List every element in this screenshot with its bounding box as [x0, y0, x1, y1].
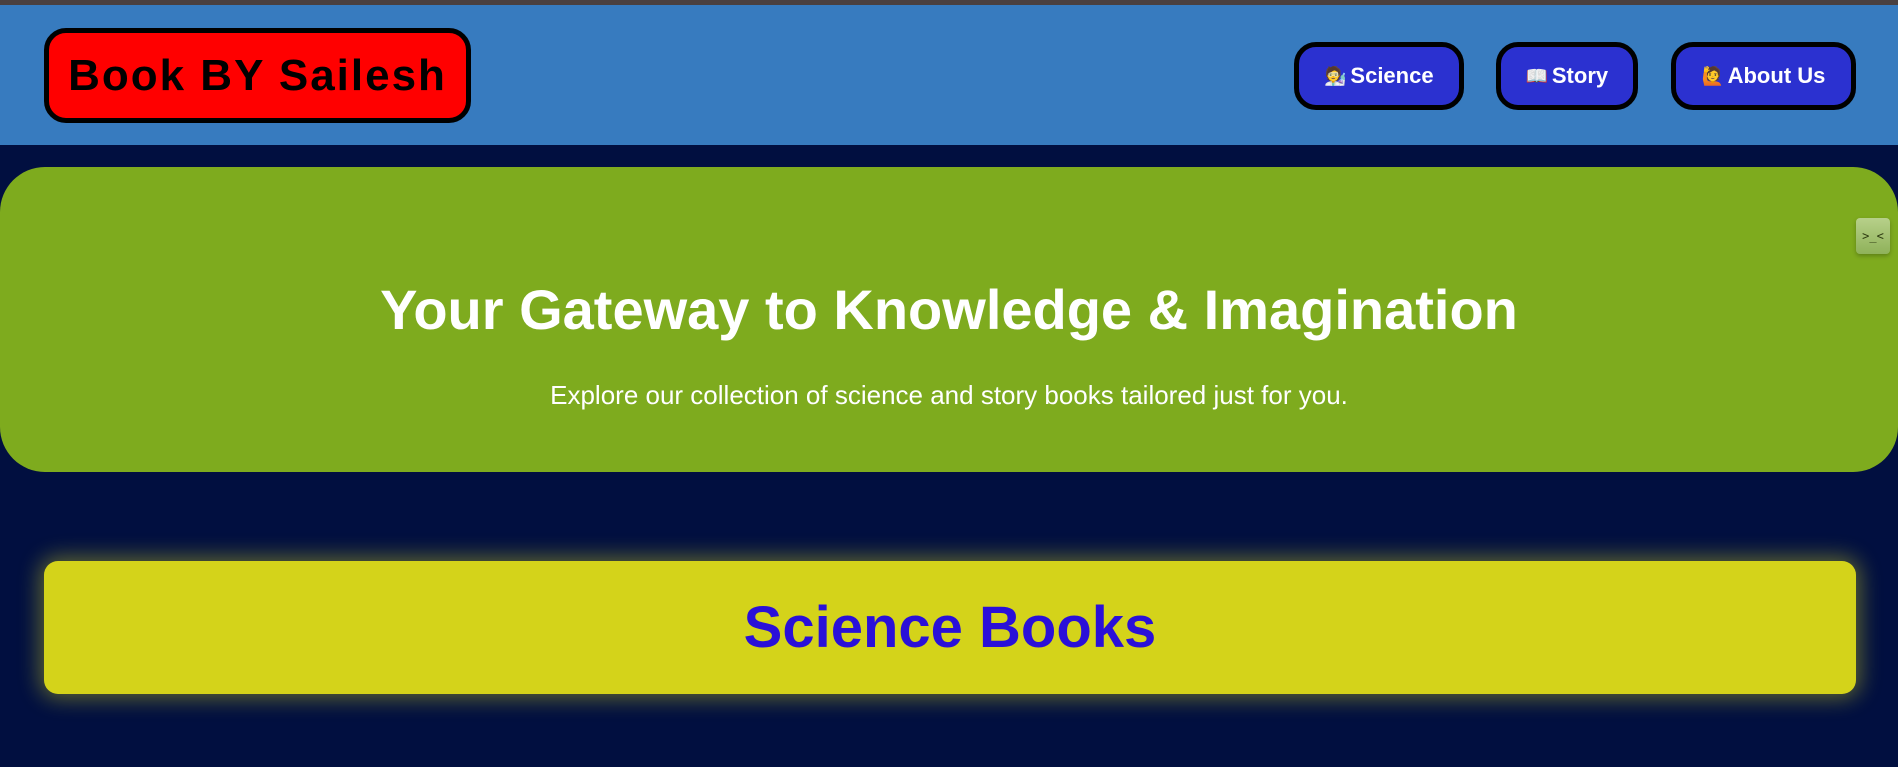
nav-about-us-button[interactable]: 🙋 About Us	[1671, 42, 1856, 110]
brand-logo[interactable]: Book BY Sailesh	[44, 28, 471, 123]
nav-science-button[interactable]: 🧑‍🔬 Science	[1294, 42, 1464, 110]
person-raising-hand-icon: 🙋	[1701, 66, 1725, 86]
nav-story-button[interactable]: 📖 Story	[1496, 42, 1638, 110]
hero-banner: Your Gateway to Knowledge & Imagination …	[0, 167, 1898, 472]
nav-about-us-label: About Us	[1727, 63, 1826, 88]
hero-title: Your Gateway to Knowledge & Imagination	[380, 278, 1518, 341]
nav-story-label: Story	[1551, 63, 1609, 88]
science-books-heading: Science Books	[44, 561, 1856, 694]
extension-face-icon[interactable]: >_<	[1856, 218, 1890, 254]
scientist-icon: 🧑‍🔬	[1324, 66, 1347, 86]
nav-science-label: Science	[1350, 63, 1434, 88]
hero-subtitle: Explore our collection of science and st…	[550, 380, 1348, 410]
open-book-icon: 📖	[1525, 66, 1549, 86]
site-header: Book BY Sailesh 🧑‍🔬 Science 📖 Story 🙋 Ab…	[0, 5, 1898, 145]
